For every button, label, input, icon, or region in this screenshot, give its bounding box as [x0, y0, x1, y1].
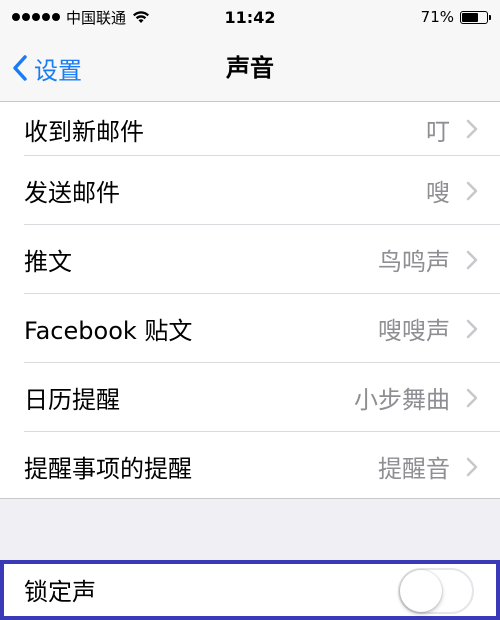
row-value: 小步舞曲 — [354, 386, 450, 414]
row-value: 提醒音 — [378, 455, 450, 483]
chevron-right-icon — [466, 457, 478, 476]
chevron-right-icon — [466, 319, 478, 338]
chevron-right-icon — [466, 388, 478, 407]
battery-fill — [462, 12, 479, 22]
lock-sound-toggle[interactable] — [398, 568, 474, 614]
list-item-calendar-alert[interactable]: 日历提醒 小步舞曲 — [0, 363, 500, 432]
chevron-right-icon — [466, 181, 478, 200]
lock-sound-row: 锁定声 — [0, 560, 500, 620]
row-value: 叮 — [426, 117, 450, 146]
chevron-right-icon — [466, 119, 478, 139]
row-value: 嗖嗖声 — [378, 317, 450, 345]
list-item-new-mail[interactable]: 收到新邮件 叮 — [0, 102, 500, 156]
row-label: 发送邮件 — [24, 179, 120, 207]
section-separator — [0, 498, 500, 560]
navigation-bar: 设置 声音 — [0, 34, 500, 102]
status-right: 71% — [329, 8, 492, 26]
battery-percent: 71% — [420, 8, 455, 26]
list-item-facebook-post[interactable]: Facebook 贴文 嗖嗖声 — [0, 294, 500, 363]
toggle-knob — [400, 570, 442, 612]
carrier-label: 中国联通 — [66, 8, 127, 27]
wifi-icon — [133, 11, 150, 23]
status-time: 11:42 — [224, 7, 276, 27]
chevron-right-icon — [466, 250, 478, 269]
row-label: 收到新邮件 — [24, 117, 144, 146]
signal-dots-icon — [12, 13, 60, 21]
sound-list: 收到新邮件 叮 发送邮件 嗖 推文 鸟鸣声 Facebook 贴文 嗖嗖声 日历… — [0, 102, 500, 501]
page-title: 声音 — [226, 54, 274, 82]
list-item-reminder-alert[interactable]: 提醒事项的提醒 提醒音 — [0, 432, 500, 501]
row-value: 鸟鸣声 — [378, 248, 450, 276]
list-item-tweet[interactable]: 推文 鸟鸣声 — [0, 225, 500, 294]
battery-icon — [460, 10, 492, 24]
row-label: 提醒事项的提醒 — [24, 455, 192, 483]
status-left: 中国联通 — [12, 7, 171, 28]
list-item-sent-mail[interactable]: 发送邮件 嗖 — [0, 156, 500, 225]
status-bar: 中国联通 11:42 71% — [0, 0, 500, 34]
row-label: 日历提醒 — [24, 386, 120, 414]
row-label: 推文 — [24, 248, 72, 276]
row-label: Facebook 贴文 — [24, 317, 193, 345]
row-value: 嗖 — [426, 179, 450, 207]
